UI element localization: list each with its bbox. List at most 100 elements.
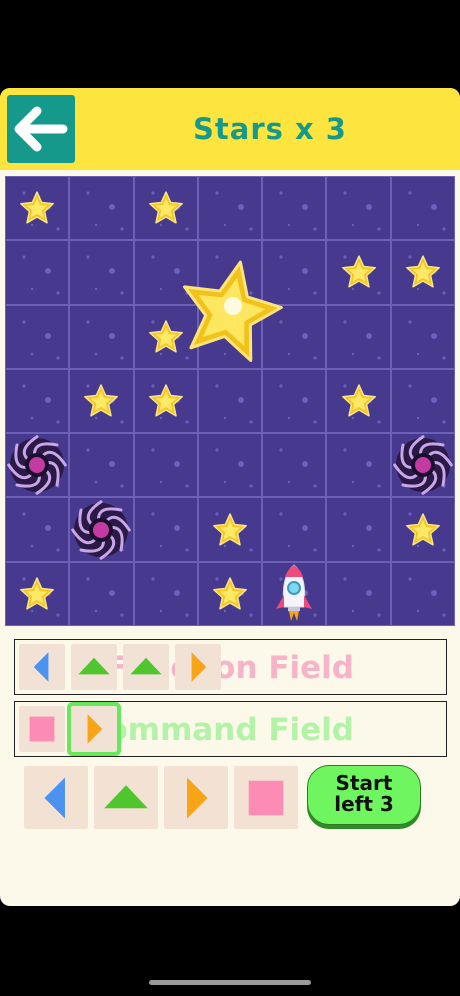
- home-indicator[interactable]: [149, 980, 311, 985]
- big-star: [175, 256, 285, 370]
- board-cell: [69, 304, 134, 369]
- space-dots-decoration: [22, 319, 60, 360]
- space-dots-decoration: [279, 191, 317, 231]
- space-dots-decoration: [408, 384, 446, 424]
- left-arrow-icon: [44, 777, 65, 819]
- space-dots-decoration: [22, 512, 60, 553]
- star-icon: [405, 255, 440, 288]
- board-cell: [69, 240, 134, 305]
- up-arrow-icon: [104, 785, 148, 809]
- space-dots-decoration: [86, 319, 124, 360]
- start-button[interactable]: Start left 3: [307, 765, 421, 825]
- space-dots-decoration: [150, 577, 189, 617]
- star-icon: [341, 384, 376, 417]
- star-pickup: [339, 381, 379, 425]
- space-dots-decoration: [150, 448, 189, 488]
- star-pickup: [210, 510, 250, 554]
- left-command-button[interactable]: [24, 766, 88, 829]
- star-icon: [84, 384, 119, 417]
- rocket-player: [272, 563, 316, 629]
- space-dots-decoration: [408, 577, 446, 617]
- program-slot[interactable]: [19, 644, 65, 690]
- board-cell: [5, 240, 70, 305]
- big-star-icon: [183, 260, 283, 362]
- star-pickup: [146, 381, 186, 425]
- board-cell: [390, 368, 455, 434]
- board-cell: [197, 368, 263, 434]
- program-slot[interactable]: [175, 644, 221, 690]
- space-dots-decoration: [86, 255, 124, 295]
- header-bar: Stars x 3: [0, 88, 460, 170]
- left-arrow-icon: [33, 652, 49, 682]
- board-cell: [197, 176, 263, 241]
- space-dots-decoration: [215, 448, 253, 488]
- star-pickup: [339, 252, 379, 296]
- black-hole: [71, 499, 132, 564]
- space-dots-decoration: [343, 191, 382, 231]
- board-cell: [262, 176, 327, 241]
- board-cell: [133, 561, 198, 626]
- space-dots-decoration: [86, 577, 124, 617]
- up-arrow-icon: [78, 657, 110, 675]
- board-cell: [5, 497, 70, 562]
- black-hole-icon: [7, 435, 67, 496]
- space-dots-decoration: [279, 512, 317, 553]
- star-icon: [20, 577, 55, 610]
- board-cell: [69, 561, 134, 626]
- board-cell: [326, 433, 391, 498]
- function-field[interactable]: Function Field: [14, 639, 447, 695]
- space-dots-decoration: [22, 255, 60, 295]
- right-arrow-icon: [87, 714, 103, 744]
- space-dots-decoration: [343, 448, 382, 488]
- moves-left-label: left 3: [334, 792, 394, 816]
- star-pickup: [210, 574, 250, 618]
- board-cell: [326, 561, 391, 626]
- level-title: Stars x 3: [193, 112, 347, 146]
- star-icon: [341, 255, 376, 288]
- right-arrow-icon: [187, 777, 208, 819]
- board-cell: [133, 497, 198, 562]
- board-cell: [390, 304, 455, 369]
- star-icon: [20, 191, 55, 224]
- board-cell: [69, 176, 134, 241]
- board-cell: [262, 433, 327, 498]
- star-pickup: [81, 381, 121, 425]
- board-cell: [262, 368, 327, 434]
- game-screen: Stars x 3 Function Field Command Field S…: [0, 88, 460, 906]
- black-hole-icon: [393, 435, 453, 496]
- star-pickup: [17, 574, 57, 618]
- stop-square-icon: [248, 780, 284, 816]
- star-pickup: [17, 188, 57, 232]
- space-dots-decoration: [150, 512, 189, 553]
- board-cell: [326, 497, 391, 562]
- right-arrow-icon: [191, 652, 207, 682]
- forward-command-button[interactable]: [94, 766, 158, 829]
- star-icon: [148, 384, 183, 417]
- black-hole: [7, 435, 67, 499]
- stop-command-button[interactable]: [234, 766, 298, 829]
- board-cell: [326, 304, 391, 369]
- back-button[interactable]: [7, 95, 75, 163]
- space-dots-decoration: [86, 191, 124, 231]
- board-cell: [69, 433, 134, 498]
- star-icon: [148, 191, 183, 224]
- space-dots-decoration: [343, 577, 382, 617]
- star-pickup: [403, 252, 443, 296]
- space-dots-decoration: [86, 448, 124, 488]
- back-arrow-icon: [14, 106, 68, 152]
- board-cell: [390, 176, 455, 241]
- program-slot[interactable]: [123, 644, 169, 690]
- board-cell: [197, 433, 263, 498]
- black-hole: [393, 435, 453, 499]
- stop-square-icon: [29, 716, 55, 742]
- space-dots-decoration: [22, 384, 60, 424]
- right-command-button[interactable]: [164, 766, 228, 829]
- board-cell: [262, 497, 327, 562]
- command-field[interactable]: Command Field: [14, 701, 447, 757]
- start-button-label: Start: [335, 771, 393, 795]
- program-slot[interactable]: [71, 706, 117, 752]
- star-icon: [213, 512, 247, 546]
- program-slot[interactable]: [71, 644, 117, 690]
- program-slot[interactable]: [19, 706, 65, 752]
- space-dots-decoration: [343, 512, 382, 553]
